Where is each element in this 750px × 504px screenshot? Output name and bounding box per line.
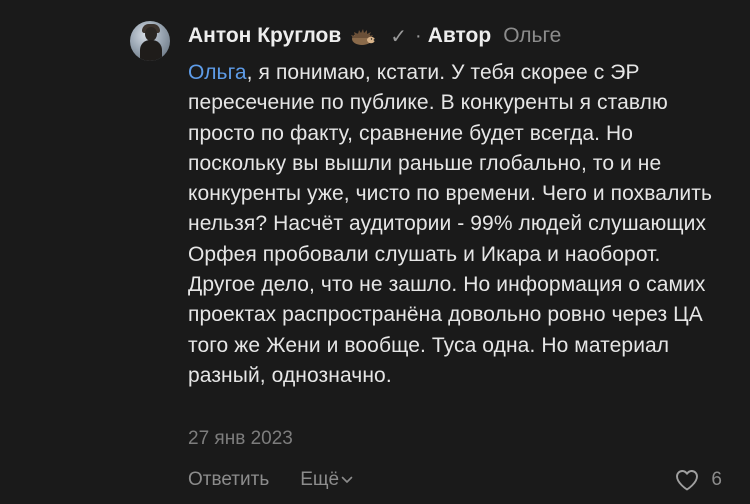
more-button[interactable]: Ещё bbox=[300, 469, 353, 491]
comment-date: 27 янв 2023 bbox=[188, 428, 293, 449]
avatar-body bbox=[140, 40, 162, 61]
avatar-head bbox=[145, 27, 157, 41]
avatar[interactable] bbox=[130, 21, 170, 61]
mention-link[interactable]: Ольга bbox=[188, 61, 247, 84]
comment-body: Ольга, я понимаю, кстати. У тебя скорее … bbox=[188, 58, 733, 391]
author-badge: Автор bbox=[427, 24, 492, 47]
author-name[interactable]: Антон Круглов bbox=[188, 24, 341, 48]
verified-check-icon: ✓ bbox=[390, 25, 408, 48]
comment-text: , я понимаю, кстати. У тебя скорее с ЭР … bbox=[188, 61, 713, 387]
like-button[interactable]: 6 bbox=[675, 466, 722, 494]
likes-count: 6 bbox=[711, 469, 722, 490]
more-label: Ещё bbox=[300, 469, 340, 490]
heart-icon bbox=[676, 470, 699, 491]
hedgehog-icon bbox=[350, 29, 376, 45]
chevron-down-icon bbox=[341, 476, 353, 483]
reply-button[interactable]: Ответить bbox=[188, 469, 269, 491]
comment-actions: Ответить Ещё bbox=[188, 466, 353, 494]
reply-to-label[interactable]: Ольге bbox=[503, 24, 561, 48]
comment-header: Антон Круглов ✓ · Автор Ольге bbox=[188, 22, 561, 50]
comment: Антон Круглов ✓ · Автор Ольге Ольга, я п… bbox=[0, 0, 750, 504]
separator-dot: · bbox=[415, 24, 422, 47]
